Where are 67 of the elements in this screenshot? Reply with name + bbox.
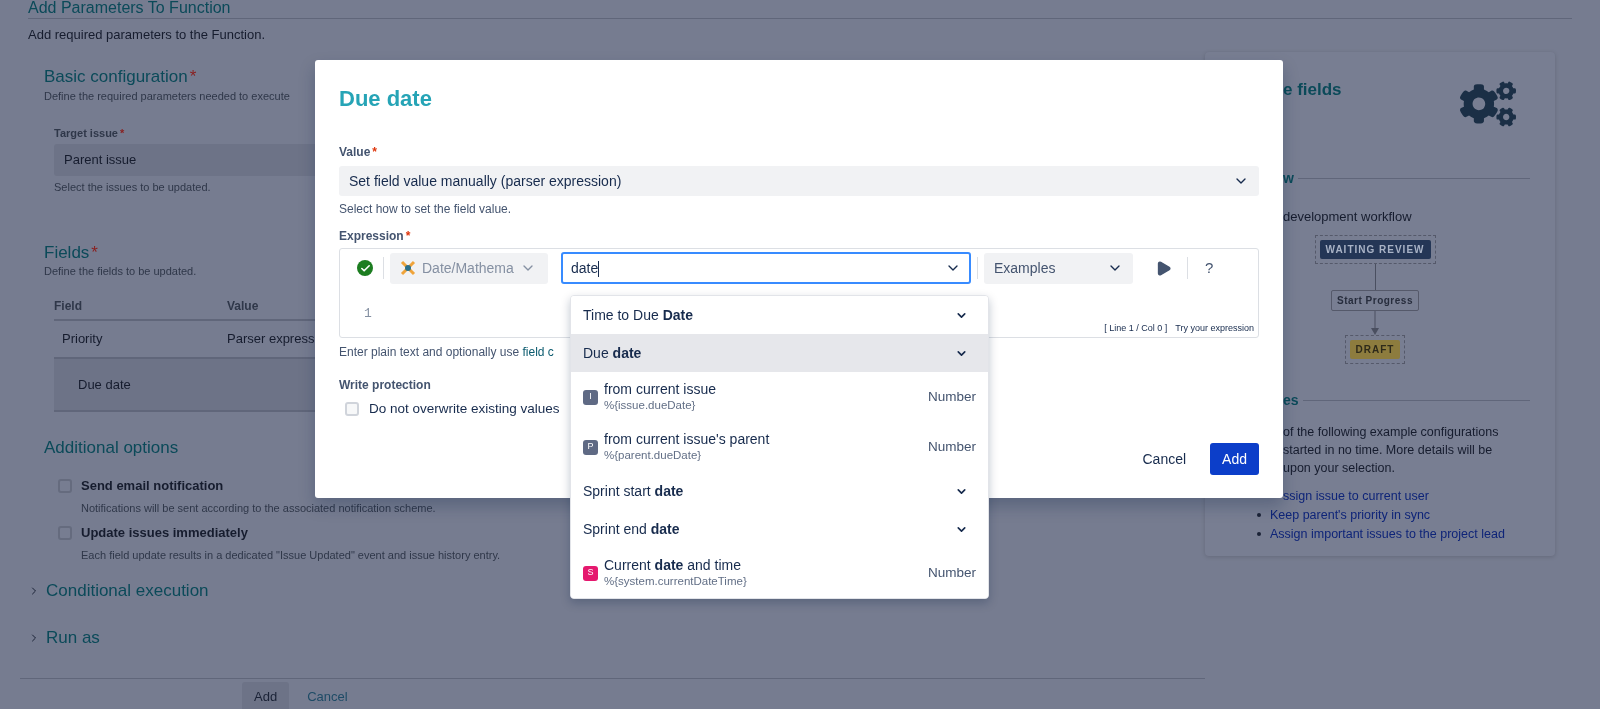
source-badge: I [583,389,598,405]
option-description: Notifications will be sent according to the associated notification scheme. [81,501,436,515]
try-expression-link[interactable]: Try your expression [1175,321,1254,335]
suggestion-label: from current issue [604,381,718,398]
required-mark: * [120,126,125,140]
suggestion-group[interactable]: Due date [571,334,988,372]
table-cell-text: Priority [62,330,104,349]
help-button[interactable]: ? [1205,256,1214,280]
table-cell-text: Parser express [227,330,315,349]
transition-box: Start Progress [1331,289,1419,311]
checkbox-label: Do not overwrite existing values [369,399,560,418]
field-label: Target issue [54,126,118,140]
cancel-button[interactable]: Cancel [1130,443,1199,475]
examples-select[interactable]: Examples [984,252,1133,284]
page-description: Add required parameters to the Function. [28,27,266,43]
field-hint: Select the issues to be updated. [54,180,211,194]
column-header: Field [54,298,83,315]
section-title: Additional options [44,438,179,458]
status-lozenge: WAITING REVIEW [1319,239,1431,259]
line-number: 1 [364,305,372,323]
suggestion-label: from current issue's parent [604,431,771,448]
suggestion-group[interactable]: Sprint start date [571,472,988,510]
required-mark: * [91,243,98,263]
section-title: Basic configuration [44,67,188,87]
suggestion-code: %{parent.dueDate} [604,448,703,463]
panel-paragraph: of the following example configurations started in no time. More details will be upon your selection. [1283,423,1500,477]
field-codes-link[interactable]: field c [522,345,554,359]
suggestion-type: Number [928,563,976,582]
search-field[interactable]: date [561,252,971,284]
section-title: Fields [44,243,90,263]
table-cell-text: Due date [78,375,132,394]
section-description: Define the required parameters needed to execute [44,89,290,103]
required-mark: * [405,228,411,244]
section-description: Define the fields to be updated. [44,264,197,278]
page-title: Add Parameters To Function [28,0,231,16]
suggestion-item[interactable]: I from current issue %{issue.dueDate} Number [571,372,988,422]
suggestion-code: %{issue.dueDate} [604,398,697,413]
suggestion-code: %{system.currentDateTime} [604,574,748,589]
arrow-icon [1371,310,1379,335]
parser-logo-icon [400,260,416,276]
status-lozenge: DRAFT [1349,339,1401,359]
suggestion-item[interactable]: S Current date and time %{system.currentDateTime} Number [571,548,988,598]
suggestion-type: Number [928,437,976,456]
suggestion-type: Number [928,387,976,406]
panel-heading: es [1283,390,1299,410]
field-hint: Select how to set the field value. [339,202,512,216]
option-label: Send email notification [81,477,224,496]
required-mark: * [189,67,197,87]
suggestion-group[interactable]: Sprint end date [571,510,988,548]
panel-title: e fields [1283,79,1342,101]
suggestion-item[interactable]: P from current issue's parent %{parent.dueDate} Number [571,422,988,472]
field-label: Expression [339,228,404,244]
run-icon[interactable] [1155,259,1172,277]
required-mark: * [372,144,378,160]
panel-heading: w [1283,169,1294,188]
column-header: Value [227,298,259,315]
select-field[interactable]: Set field value manually (parser expression) [339,166,1259,196]
source-badge: S [583,565,598,581]
suggestion-group[interactable]: Time to Due Date [571,296,988,334]
add-button[interactable]: Add [1210,443,1259,475]
dialog-title: Due date [339,86,432,112]
cursor-position: [ Line 1 / Col 0 ] [1104,321,1168,335]
suggestion-label: Current date and time [604,557,742,574]
source-badge: P [583,439,598,455]
panel-text: development workflow [1283,208,1412,226]
option-description: Each field update results in a dedicated "Issue Updated" event and issue history entry. [81,548,501,562]
option-label: Update issues immediately [81,524,248,543]
